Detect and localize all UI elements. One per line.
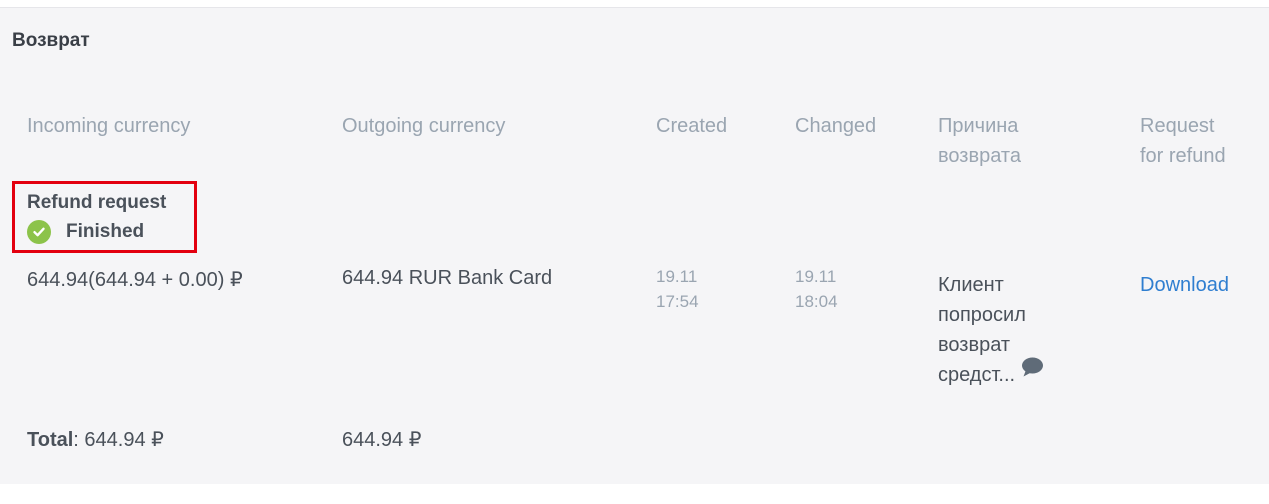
status-label: Finished — [66, 221, 145, 242]
status-badge: Finished — [27, 220, 144, 244]
column-header-label-line2: for refund — [1140, 145, 1226, 167]
outgoing-amount: 644.94 RUR Bank Card — [342, 267, 553, 289]
changed-datetime: 19.11 18:04 — [795, 264, 838, 314]
column-header-incoming-currency: Incoming currency — [27, 111, 190, 141]
created-time: 17:54 — [656, 292, 699, 311]
check-circle-icon — [27, 220, 51, 244]
changed-date: 19.11 — [795, 267, 837, 286]
column-header-label: Outgoing currency — [342, 115, 506, 137]
column-header-label-line2: возврата — [938, 145, 1021, 167]
total-label: Total — [27, 429, 74, 451]
column-header-label: Request — [1140, 115, 1215, 137]
refund-reason-line: Клиент — [938, 274, 1004, 296]
column-header-label: Created — [656, 115, 728, 137]
total-outgoing-value: 644.94 ₽ — [342, 429, 422, 451]
column-header-outgoing-currency: Outgoing currency — [342, 111, 505, 141]
column-header-refund-reason: Причина возврата — [938, 111, 1021, 171]
refund-reason: Клиент попросил возврат средст... — [938, 270, 1088, 391]
incoming-amount: 644.94(644.94 + 0.00) ₽ — [27, 269, 243, 291]
download-link[interactable]: Download — [1140, 274, 1229, 297]
created-datetime: 19.11 17:54 — [656, 264, 699, 314]
refund-reason-line: попросил — [938, 304, 1026, 326]
created-date: 19.11 — [656, 267, 698, 286]
column-header-request-for-refund: Request for refund — [1140, 111, 1226, 171]
status-title: Refund request — [27, 192, 167, 213]
refund-status-highlight: Refund request Finished — [12, 181, 197, 253]
total-incoming: Total: 644.94 ₽ — [27, 427, 164, 452]
refund-reason-line: средст... — [938, 364, 1016, 386]
column-header-label: Причина — [938, 115, 1019, 137]
total-incoming-value: : 644.94 ₽ — [73, 429, 164, 451]
changed-time: 18:04 — [795, 292, 838, 311]
column-header-label: Incoming currency — [27, 115, 191, 137]
refund-reason-line-last: средст... — [938, 357, 1088, 391]
section-title: Возврат — [12, 30, 90, 51]
comment-icon[interactable] — [1021, 357, 1044, 387]
column-header-created: Created — [656, 111, 727, 141]
refund-panel: Возврат Incoming currency Outgoing curre… — [0, 7, 1269, 484]
column-header-label: Changed — [795, 115, 877, 137]
column-header-changed: Changed — [795, 111, 876, 141]
refund-reason-line: возврат — [938, 334, 1011, 356]
